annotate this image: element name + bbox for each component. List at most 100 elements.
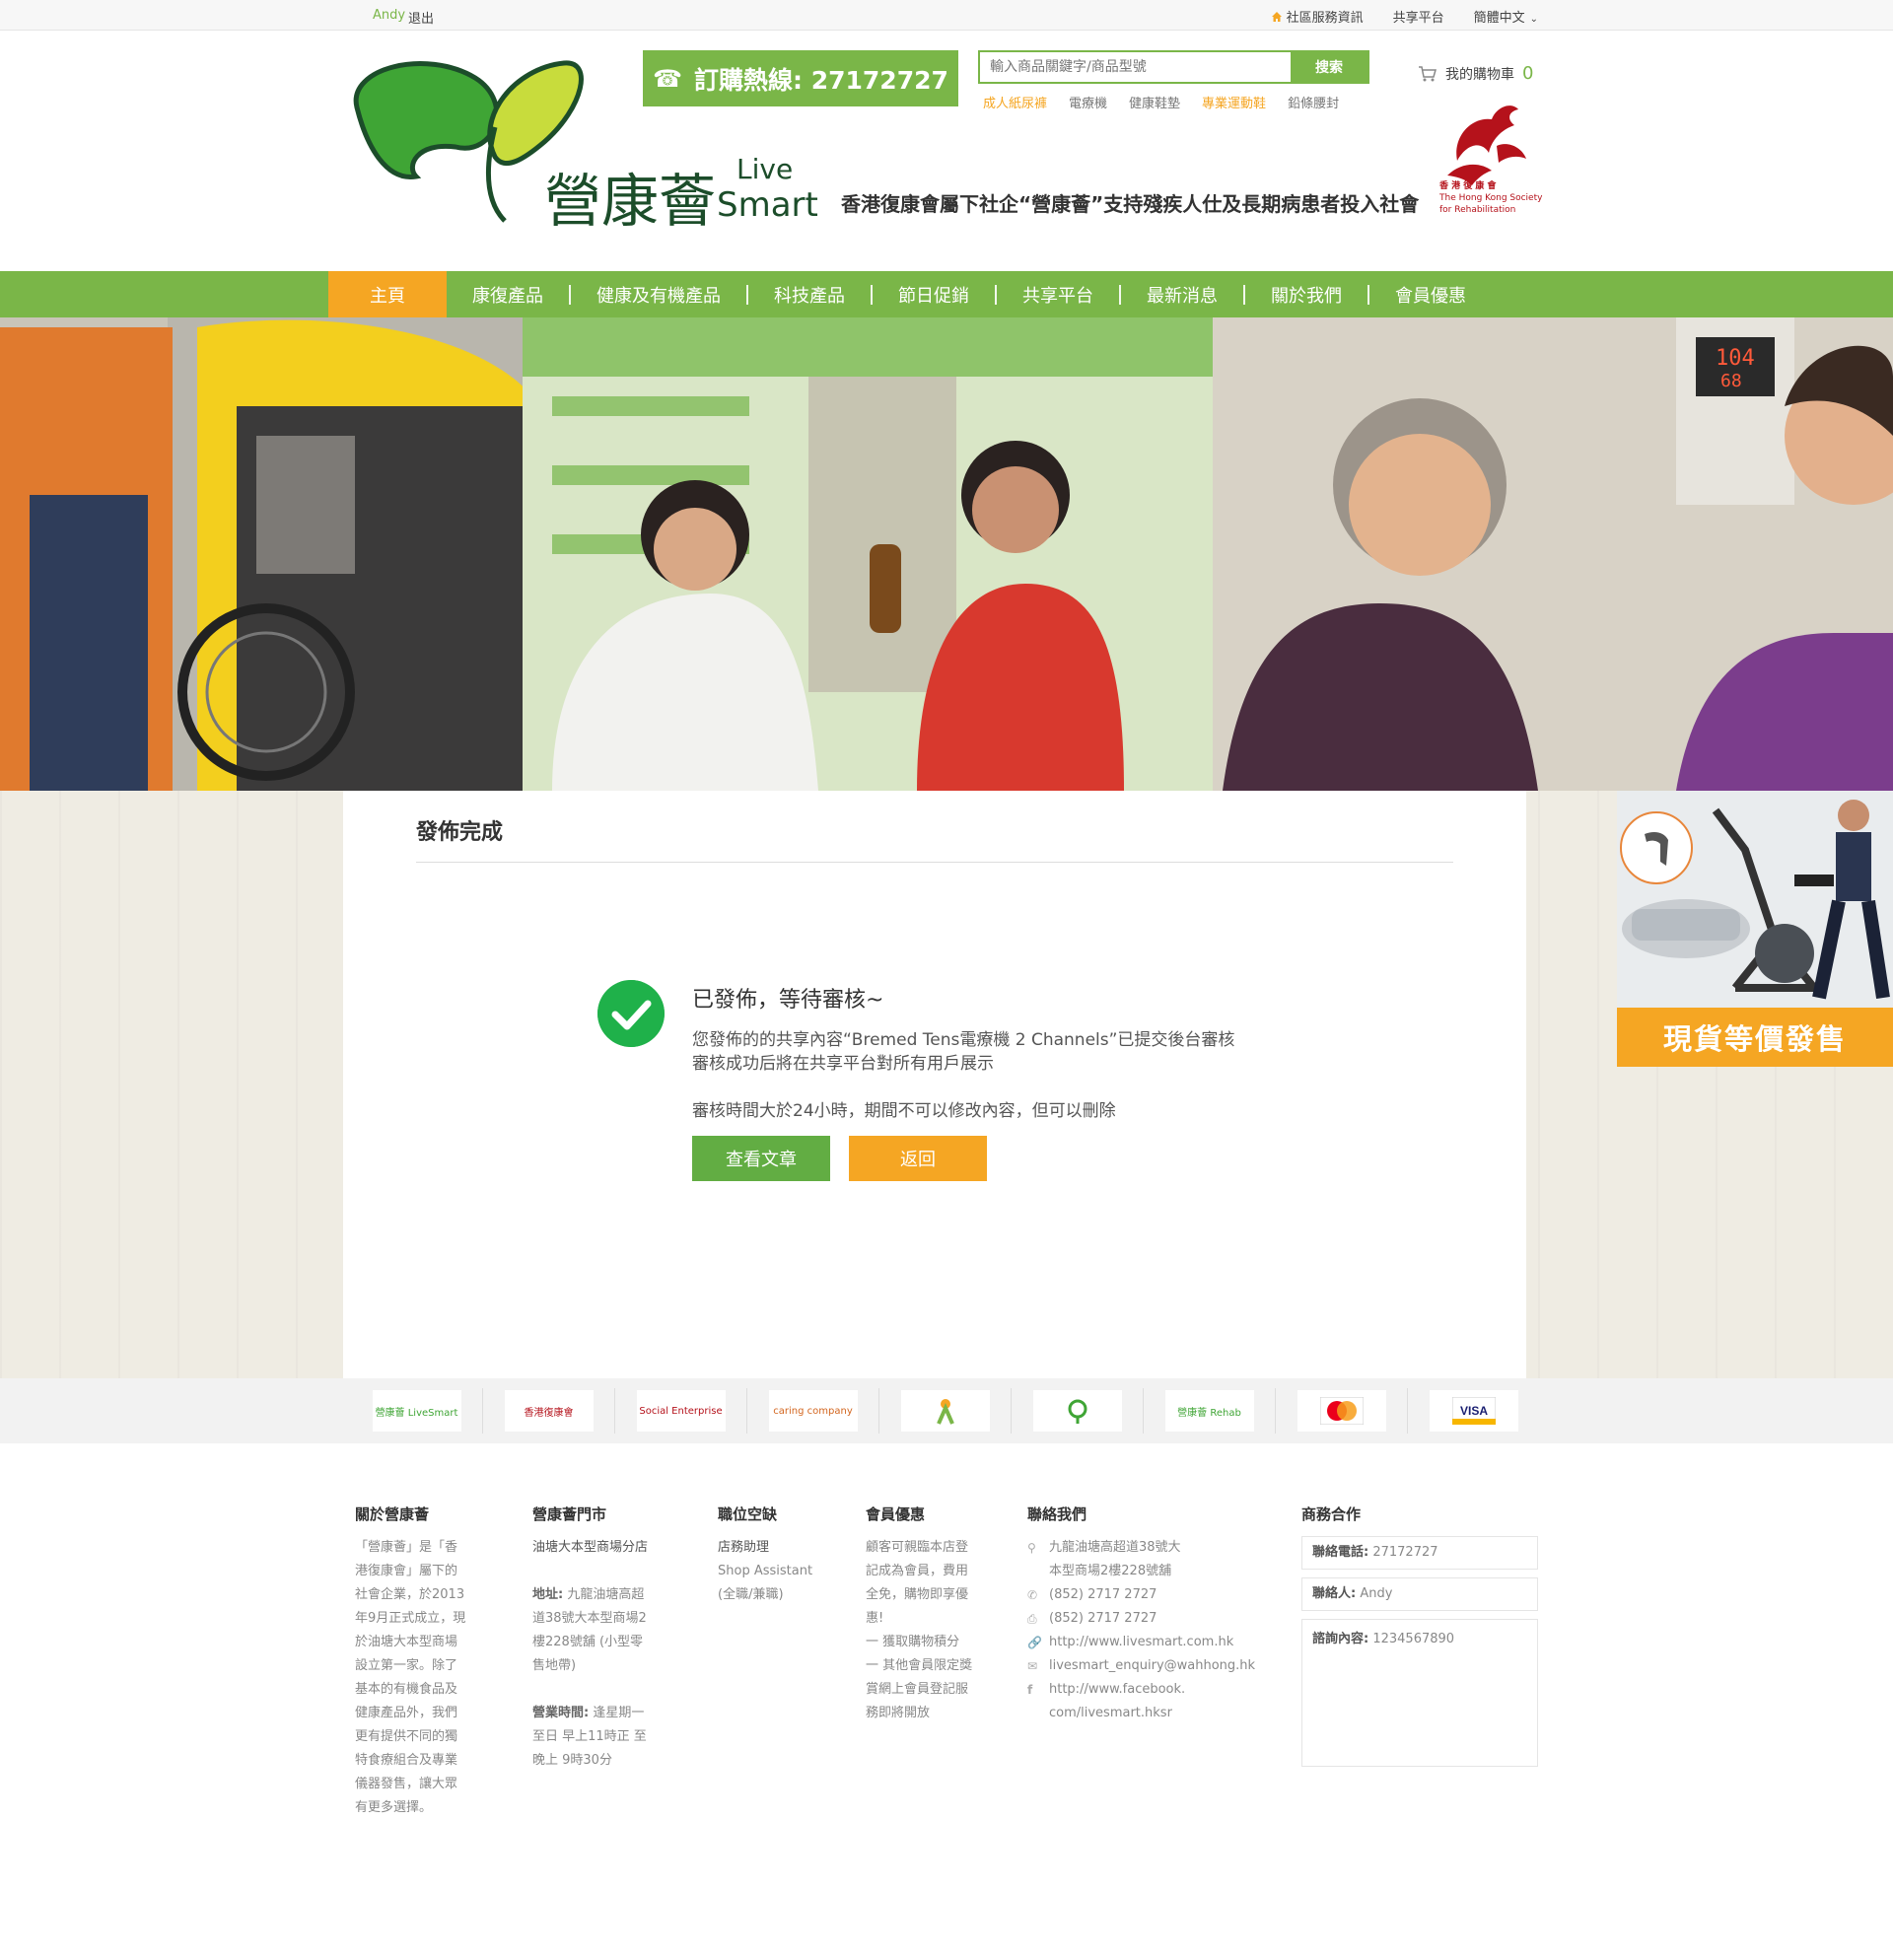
hot-tag-adult-diapers[interactable]: 成人紙尿褲 — [983, 93, 1047, 111]
page-title: 發佈完成 — [416, 820, 504, 845]
svg-text:104: 104 — [1716, 346, 1755, 371]
community-info-link[interactable]: 社區服務資訊 — [1271, 7, 1364, 26]
logout-link[interactable]: 退出 — [408, 8, 434, 27]
business-person-label: 聯絡人: — [1312, 1586, 1357, 1601]
review-time-note: 審核時間大於24小時，期間不可以修改內容，但可以刪除 — [692, 1101, 1116, 1121]
partner-logo-social-enterprise[interactable]: Social Enterprise — [615, 1388, 747, 1434]
contact-address-line: 九龍油塘高超道38號大 — [1049, 1540, 1181, 1555]
partner-logo-hkor[interactable]: 香港復康會 — [483, 1388, 615, 1434]
footer-about-text-line: 年9月正式成立，現 — [355, 1611, 466, 1626]
footer-about-text-line: 更有提供不同的獨 — [355, 1729, 458, 1744]
logo-sub-live: Live — [736, 153, 793, 185]
facebook-url-line: com/livesmart.hksr — [1049, 1706, 1172, 1720]
partner-logo-text: 香港復康會 — [504, 1390, 594, 1432]
side-ad-label: 現貨等價發售 — [1617, 1008, 1893, 1067]
hot-tag-sports-shoes[interactable]: 專業運動鞋 — [1202, 93, 1266, 111]
footer-about-text-line: 港復康會」屬下的 — [355, 1564, 458, 1578]
footer-about-text-line: 社會企業，於2013 — [355, 1587, 465, 1602]
partner-logos: 營康薈 LiveSmart 香港復康會 Social Enterprise ca… — [0, 1378, 1893, 1443]
nav-item-home[interactable]: 主頁 — [328, 271, 447, 317]
share-platform-link[interactable]: 共享平台 — [1393, 7, 1444, 26]
hot-tag-insoles[interactable]: 健康鞋墊 — [1129, 93, 1180, 111]
hot-search-tags: 成人紙尿褲 電療機 健康鞋墊 專業運動鞋 鉛條腰封 — [983, 93, 1339, 111]
logo-sub-smart: Smart — [717, 185, 818, 225]
hot-tag-waist-belt[interactable]: 鉛條腰封 — [1288, 93, 1339, 111]
top-links: 社區服務資訊 共享平台 簡體中文 ⌄ — [1271, 7, 1538, 26]
store-hours-line: 至日 早上11時正 至 — [532, 1729, 647, 1744]
nav-label-festival: 節日促銷 — [898, 285, 969, 307]
job-link[interactable]: 店務助理 — [718, 1536, 836, 1560]
language-select[interactable]: 簡體中文 ⌄ — [1474, 7, 1538, 26]
contact-website-link[interactable]: http://www.livesmart.com.hk — [1049, 1631, 1233, 1654]
job-line: (全職/兼職) — [718, 1587, 784, 1602]
visa-icon: VISA — [1430, 1390, 1518, 1432]
partner-logo-6[interactable] — [1012, 1388, 1144, 1434]
footer-contact: 聯絡我們 ⚲ 九龍油塘高超道38號大 本型商場2樓228號舖 ✆ (852) 2717… — [1027, 1505, 1264, 1725]
partner-logo-caring-company[interactable]: caring company — [747, 1388, 879, 1434]
nav-item-rehab[interactable]: 康復產品 — [447, 271, 569, 317]
partner-logo-text: Social Enterprise — [636, 1390, 726, 1432]
footer-member: 會員優惠 顧客可親臨本店登 記成為會員，費用 全免，購物即享優 惠! 一 獲取購… — [866, 1505, 994, 1725]
exercise-bike-image — [1617, 791, 1893, 1008]
business-enquiry-label: 諮詢內容: — [1312, 1632, 1369, 1646]
location-pin-icon: ⚲ — [1027, 1541, 1036, 1555]
back-button[interactable]: 返回 — [849, 1136, 987, 1181]
member-line: 務即將開放 — [866, 1706, 931, 1720]
partner-logo-livesmart[interactable]: 營康薈 LiveSmart — [351, 1388, 483, 1434]
email-icon: ✉ — [1027, 1659, 1038, 1673]
footer-business-title: 商務合作 — [1301, 1505, 1362, 1523]
hot-tag-tens-machine[interactable]: 電療機 — [1069, 93, 1107, 111]
nav-label-share-platform: 共享平台 — [1022, 285, 1093, 307]
partner-logo-text — [900, 1390, 990, 1432]
username-link[interactable]: Andy — [373, 8, 405, 23]
hotline-label: 訂購熱線: 27172727 — [694, 65, 948, 95]
contact-phone: (852) 2717 2727 — [1049, 1587, 1157, 1602]
nav-item-member[interactable]: 會員優惠 — [1369, 271, 1492, 317]
partner-logo-5[interactable] — [879, 1388, 1012, 1434]
member-line: 賞網上會員登記服 — [866, 1682, 969, 1697]
store-hours-label: 營業時間: — [532, 1706, 590, 1720]
store-address-line: 樓228號舖 (小型零 — [532, 1635, 644, 1649]
shopping-cart[interactable]: 我的購物車 0 — [1418, 63, 1533, 84]
search-bar: 搜索 — [978, 50, 1369, 84]
footer-member-title: 會員優惠 — [866, 1505, 926, 1523]
store-address-line: 售地帶) — [532, 1658, 577, 1673]
member-line: 全免，購物即享優 — [866, 1587, 969, 1602]
logo-text: 營康薈 — [544, 168, 716, 235]
nav-item-share-platform[interactable]: 共享平台 — [997, 271, 1119, 317]
footer-about-text-line: 特食療組合及專業 — [355, 1753, 458, 1768]
contact-email-link[interactable]: livesmart_enquiry@wahhong.hk — [1049, 1654, 1255, 1678]
footer-stores: 營康薈門市 油塘大本型商場分店 地址: 九龍油塘高超 道38號大本型商場2 樓2… — [532, 1505, 670, 1773]
nav-item-health-organic[interactable]: 健康及有機產品 — [571, 271, 746, 317]
contact-facebook-link[interactable]: http://www.facebook. com/livesmart.hksr — [1049, 1678, 1185, 1725]
business-phone-value: 27172727 — [1372, 1545, 1438, 1560]
search-button[interactable]: 搜索 — [1291, 52, 1367, 82]
business-enquiry-field[interactable]: 諮詢內容: 1234567890 — [1301, 1619, 1538, 1767]
partner-logo-mastercard[interactable] — [1276, 1388, 1408, 1434]
business-phone-field[interactable]: 聯絡電話: 27172727 — [1301, 1536, 1538, 1570]
nav-item-about[interactable]: 關於我們 — [1245, 271, 1367, 317]
nav-label-news: 最新消息 — [1147, 285, 1218, 307]
hkor-name-en1: The Hong Kong Society — [1439, 193, 1543, 203]
search-input[interactable] — [980, 52, 1291, 82]
member-line: 顧客可親臨本店登 — [866, 1540, 969, 1555]
success-check-icon — [597, 980, 665, 1047]
fax-icon: ⎙ — [1027, 1612, 1037, 1626]
store-hours-line: 逢星期一 — [593, 1706, 645, 1720]
view-article-button[interactable]: 查看文章 — [692, 1136, 830, 1181]
hkor-name: 香 港 復 康 會 The Hong Kong Society for Reha… — [1439, 180, 1542, 216]
footer-about: 關於營康薈 「營康薈」是「香 港復康會」屬下的 社會企業，於2013 年9月正式… — [355, 1505, 483, 1820]
nav-item-news[interactable]: 最新消息 — [1121, 271, 1243, 317]
nav-label-member: 會員優惠 — [1395, 285, 1466, 307]
business-person-field[interactable]: 聯絡人: Andy — [1301, 1577, 1538, 1611]
partner-logo-visa[interactable]: VISA — [1408, 1388, 1540, 1434]
status-message-2: 審核成功后將在共享平台對所有用戶展示 — [692, 1054, 994, 1074]
nav-item-festival[interactable]: 節日促銷 — [873, 271, 995, 317]
store-address-label: 地址: — [532, 1587, 564, 1602]
footer-about-text-line: 儀器發售，讓大眾 — [355, 1777, 458, 1791]
side-ad[interactable]: 現貨等價發售 — [1617, 791, 1893, 1067]
footer: 關於營康薈 「營康薈」是「香 港復康會」屬下的 社會企業，於2013 年9月正式… — [0, 1443, 1893, 1960]
nav-item-tech[interactable]: 科技產品 — [748, 271, 871, 317]
footer-business: 商務合作 聯絡電話: 27172727 聯絡人: Andy 諮詢內容: 1234… — [1301, 1505, 1538, 1775]
partner-logo-rehab[interactable]: 營康薈 Rehab — [1144, 1388, 1276, 1434]
